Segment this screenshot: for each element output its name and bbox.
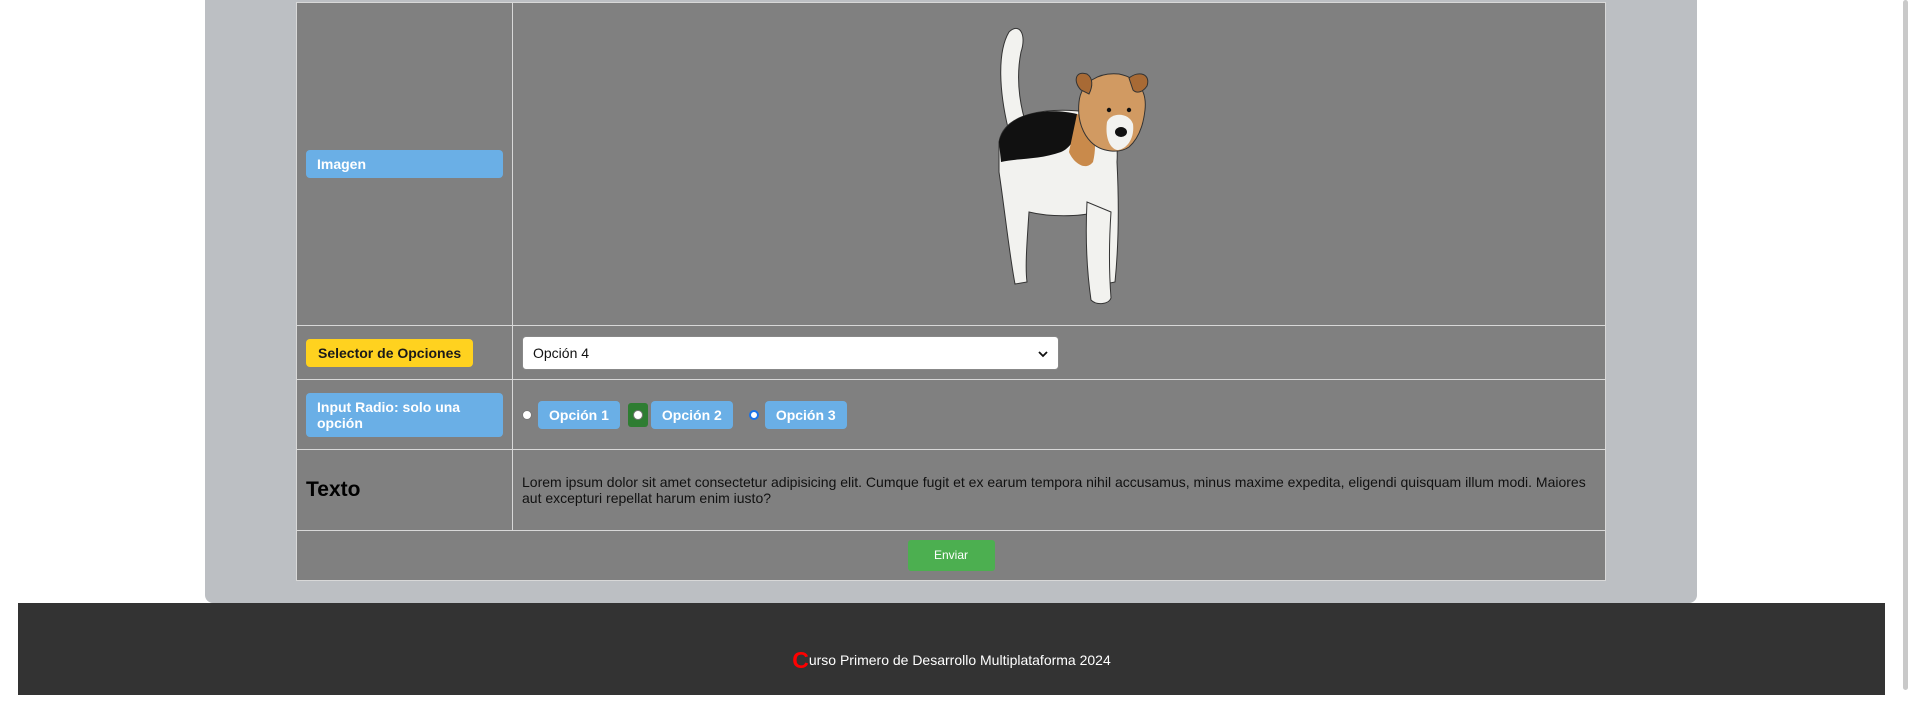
text-cell: Lorem ipsum dolor sit amet consectetur a… bbox=[512, 449, 1606, 531]
radio-label-cell: Input Radio: solo una opción bbox=[296, 379, 513, 450]
radio-option-label[interactable]: Opción 2 bbox=[650, 400, 733, 429]
image-cell bbox=[512, 2, 1606, 326]
submit-cell: Enviar bbox=[296, 530, 1606, 581]
image-label-cell: Imagen bbox=[296, 2, 513, 326]
form-table: Imagen Selector de Opciones Opción 4 Inp… bbox=[296, 2, 1606, 581]
radio-option-1[interactable]: Opción 1 bbox=[522, 400, 620, 429]
select-label-cell: Selector de Opciones bbox=[296, 325, 513, 380]
image-label: Imagen bbox=[306, 150, 503, 178]
radio-button[interactable] bbox=[632, 409, 643, 420]
footer-first-letter: C bbox=[792, 646, 809, 673]
radio-option-label[interactable]: Opción 1 bbox=[538, 400, 620, 429]
dog-illustration bbox=[998, 27, 1149, 304]
chevron-down-icon bbox=[1038, 345, 1048, 361]
radio-option-label[interactable]: Opción 3 bbox=[764, 400, 847, 429]
submit-row: Enviar bbox=[296, 530, 1606, 581]
footer-text: urso Primero de Desarrollo Multiplatafor… bbox=[808, 652, 1111, 668]
radio-label: Input Radio: solo una opción bbox=[306, 392, 503, 437]
radio-group: Opción 1 Opción 2 Opción 3 bbox=[522, 400, 1596, 429]
select-cell: Opción 4 bbox=[512, 325, 1606, 380]
radio-row: Input Radio: solo una opción Opción 1 Op… bbox=[296, 379, 1606, 450]
page-footer: C urso Primero de Desarrollo Multiplataf… bbox=[18, 603, 1885, 695]
text-label: Texto bbox=[306, 478, 361, 501]
image-row: Imagen bbox=[296, 2, 1606, 326]
lorem-paragraph: Lorem ipsum dolor sit amet consectetur a… bbox=[522, 474, 1586, 506]
text-row: Texto Lorem ipsum dolor sit amet consect… bbox=[296, 449, 1606, 531]
radio-focus-ring bbox=[627, 402, 648, 427]
select-label: Selector de Opciones bbox=[306, 338, 474, 367]
scrollbar[interactable] bbox=[1897, 0, 1911, 703]
radio-option-3[interactable]: Opción 3 bbox=[741, 400, 847, 429]
options-select[interactable]: Opción 4 bbox=[522, 335, 1059, 370]
radio-cell: Opción 1 Opción 2 Opción 3 bbox=[512, 379, 1606, 450]
radio-option-2[interactable]: Opción 2 bbox=[627, 400, 733, 429]
select-value: Opción 4 bbox=[533, 344, 590, 361]
radio-button[interactable] bbox=[522, 409, 532, 420]
radio-button-checked[interactable] bbox=[748, 409, 759, 420]
select-row: Selector de Opciones Opción 4 bbox=[296, 325, 1606, 380]
submit-button[interactable]: Enviar bbox=[907, 540, 995, 571]
text-label-cell: Texto bbox=[296, 449, 513, 531]
scrollbar-thumb[interactable] bbox=[1903, 0, 1908, 690]
